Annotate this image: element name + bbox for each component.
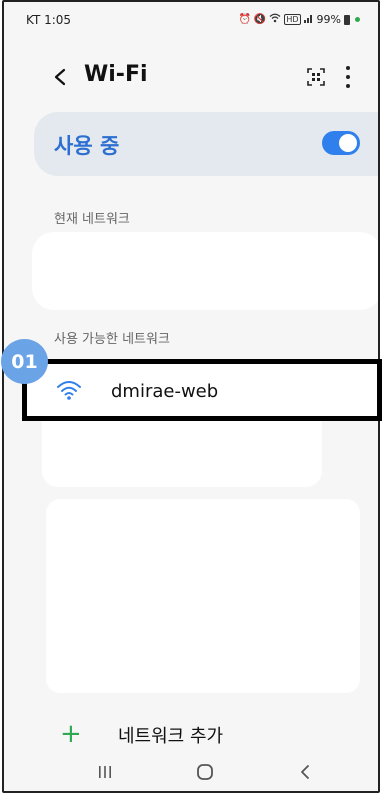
wifi-switch[interactable] xyxy=(322,131,360,155)
notification-dot-icon xyxy=(355,17,360,22)
page-title: Wi-Fi xyxy=(84,62,148,87)
wifi-signal-icon xyxy=(55,378,83,402)
battery-icon xyxy=(344,14,350,25)
mute-icon: 🔇 xyxy=(253,14,267,25)
available-networks-header: 사용 가능한 네트워크 xyxy=(54,332,170,347)
wifi-toggle-label: 사용 중 xyxy=(54,134,120,158)
home-icon[interactable] xyxy=(190,758,220,786)
current-network-header: 현재 네트워크 xyxy=(54,212,130,227)
status-icons: ⏰ 🔇 HD 99% xyxy=(238,13,360,26)
wifi-toggle-card[interactable]: 사용 중 xyxy=(34,112,378,176)
wifi-status-icon xyxy=(269,13,281,26)
network-item-dmirae-web[interactable]: dmirae-web xyxy=(22,359,382,421)
available-networks-card-lower xyxy=(46,499,360,693)
signal-icon xyxy=(303,13,314,26)
alarm-icon: ⏰ xyxy=(238,14,251,25)
back-nav-icon[interactable] xyxy=(290,758,320,786)
app-bar: Wi-Fi xyxy=(4,56,378,100)
more-vertical-icon[interactable] xyxy=(344,64,352,90)
switch-knob xyxy=(339,134,357,152)
qr-scan-icon[interactable] xyxy=(307,68,325,86)
step-badge: 01 xyxy=(1,339,48,384)
hd-icon: HD xyxy=(284,14,301,25)
carrier-time: KT 1:05 xyxy=(26,13,72,27)
plus-icon: + xyxy=(60,719,82,749)
recents-icon[interactable] xyxy=(90,758,120,786)
current-network-card xyxy=(32,232,378,310)
navigation-bar xyxy=(4,752,378,791)
add-network-label: 네트워크 추가 xyxy=(118,726,224,747)
status-bar: KT 1:05 ⏰ 🔇 HD 99% xyxy=(4,2,378,38)
battery-percent: 99% xyxy=(316,13,341,26)
network-name: dmirae-web xyxy=(111,381,219,402)
chevron-left-icon[interactable] xyxy=(50,62,72,92)
